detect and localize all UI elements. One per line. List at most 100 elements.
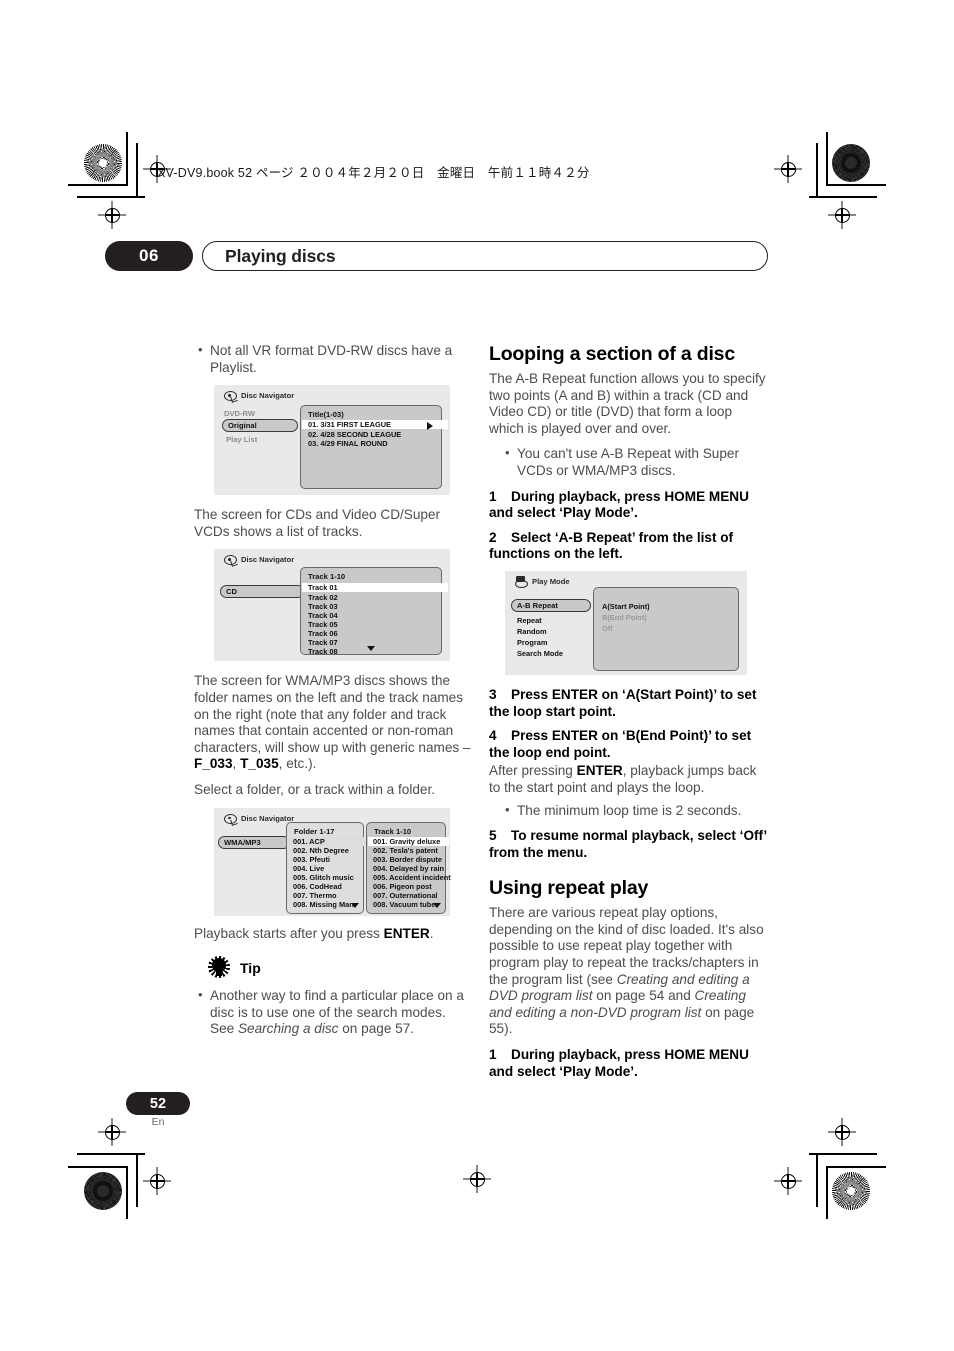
registration-starburst-tl [84, 144, 122, 182]
osd-folder-row-7[interactable]: 007. Thermo [293, 891, 337, 900]
playback-text-post: . [429, 925, 434, 941]
osd-track-row-6[interactable]: Track 06 [308, 629, 338, 638]
osd-track-row-5[interactable]: Track 05 [308, 620, 338, 629]
osd-disc-navigator-wma: Disc Navigator WMA/MP3 Folder 1-17 001. … [214, 807, 451, 916]
osd-menu-original[interactable]: Original [222, 419, 298, 433]
osd-wma-track-row-1[interactable]: 001. Gravity deluxe [368, 836, 449, 846]
page-title: Playing discs [225, 245, 336, 266]
wma-text-end: , etc.). [278, 756, 317, 772]
osd-folder-row-8[interactable]: 008. Missing Man [293, 900, 354, 909]
osd-menu-playlist[interactable]: Play List [226, 435, 257, 444]
osd-menu-program[interactable]: Program [517, 638, 547, 647]
osd-title-list-panel: Title(1-03) 01. 3/31 FIRST LEAGUE 02. 4/… [300, 405, 448, 490]
osd-wma-track-row-8[interactable]: 008. Vacuum tube [373, 900, 435, 909]
osd-title-row-2[interactable]: 02. 4/28 SECOND LEAGUE [308, 430, 401, 439]
step-4-number: 4 [489, 728, 497, 744]
tip-lightbulb-icon [208, 956, 230, 979]
osd-folder-row-1[interactable]: 001. ACP [288, 836, 367, 846]
chapter-number: 06 [105, 241, 193, 271]
paragraph-repeat-play-intro: There are various repeat play options, d… [489, 905, 767, 1038]
cross-ref-searching-a-disc: Searching a disc [237, 1021, 339, 1037]
osd-folder-list-panel: Folder 1-17 001. ACP 002. Nth Degree 003… [286, 821, 367, 914]
osd-wma-track-row-3[interactable]: 003. Border dispute [373, 855, 442, 864]
generic-name-t035: T_035 [240, 756, 279, 772]
osd-menu-random[interactable]: Random [517, 627, 547, 636]
osd-track-row-3[interactable]: Track 03 [308, 602, 338, 611]
osd-window-title-bar: Disc Navigator [224, 813, 295, 826]
osd-menu-search-mode[interactable]: Search Mode [517, 649, 563, 658]
osd-track-row-4[interactable]: Track 04 [308, 611, 338, 620]
paragraph-playback-starts: Playback starts after you press ENTER. [194, 926, 472, 943]
book-header-line: XV-DV9.book 52 ページ ２００４年２月２０日 金曜日 午前１１時４… [157, 166, 590, 180]
osd-tab-wmamp3[interactable]: WMA/MP3 [218, 835, 290, 849]
osd-wma-track-row-2[interactable]: 002. Tesla's patent [373, 846, 438, 855]
osd-window-title-bar: Disc Navigator [224, 390, 294, 403]
osd-track-header: Track 1-10 [374, 826, 412, 836]
enter-key-label: ENTER [576, 763, 623, 779]
folder-scroll-down-arrow-icon [351, 902, 359, 908]
bullet-supervcd-restriction: You can't use A-B Repeat with Super VCDs… [489, 445, 767, 479]
osd-title-selected-arrow-icon [427, 422, 433, 431]
registration-target-bottom-right [774, 1167, 802, 1195]
osd-option-off[interactable]: Off [602, 624, 613, 633]
osd-folder-row-5[interactable]: 005. Glitch music [293, 873, 354, 882]
generic-name-f033: F_033 [194, 756, 233, 772]
tip-label: Tip [240, 960, 261, 977]
osd-track-list-panel: Track 1-10 Track 01 Track 02 Track 03 Tr… [300, 567, 448, 656]
osd-folder-row-6[interactable]: 006. CodHead [293, 882, 342, 891]
step-1-text: During playback, press HOME MENU and sel… [489, 488, 749, 521]
osd-folder-row-3[interactable]: 003. Pfeuti [293, 855, 330, 864]
heading-looping-section: Looping a section of a disc [489, 343, 735, 365]
disc-navigator-icon [224, 390, 238, 403]
step-2-looping: 2 Select ‘A-B Repeat’ from the list of fu… [489, 530, 767, 563]
osd-option-b-end-point[interactable]: B(End Point) [602, 613, 647, 622]
osd-disc-type-label: DVD-RW [224, 409, 256, 419]
enter-key-label: ENTER [383, 925, 430, 941]
paragraph-ab-repeat-intro: The A-B Repeat function allows you to sp… [489, 371, 766, 436]
paragraph-after-pressing-enter: After pressing ENTER, playback jumps bac… [489, 763, 767, 796]
osd-title-text: Play Mode [532, 576, 570, 586]
playback-text-pre: Playback starts after you press [194, 925, 384, 941]
osd-track-row-8[interactable]: Track 08 [308, 647, 338, 656]
osd-folder-row-4[interactable]: 004. Live [293, 864, 324, 873]
osd-menu-ab-repeat[interactable]: A-B Repeat [511, 598, 591, 612]
step-4-text: Press ENTER on ‘B(End Point)’ to set the… [489, 728, 752, 760]
tip-bullet-search-modes: Another way to find a particular place o… [194, 987, 472, 1038]
osd-title-row-3[interactable]: 03. 4/29 FINAL ROUND [308, 439, 388, 448]
play-mode-icon [515, 575, 528, 588]
osd-folder-row-2[interactable]: 002. Nth Degree [293, 846, 349, 855]
osd-play-mode: Play Mode A-B Repeat Repeat Random Progr… [505, 570, 747, 675]
step-5-number: 5 [489, 828, 497, 844]
step-2-number: 2 [489, 529, 497, 545]
osd-track-row-7[interactable]: Track 07 [308, 638, 338, 647]
osd-track-row-1[interactable]: Track 01 [302, 583, 448, 593]
registration-target-right-upper [828, 201, 856, 229]
osd-option-a-start-point[interactable]: A(Start Point) [602, 602, 650, 611]
osd-wma-track-row-5[interactable]: 005. Accident incident [373, 873, 451, 882]
registration-starburst-br [832, 1172, 870, 1210]
disc-navigator-icon [224, 554, 238, 568]
osd-wma-track-row-6[interactable]: 006. Pigeon post [373, 882, 432, 891]
step-r1-number: 1 [489, 1047, 497, 1063]
step-1-repeat-play: 1 During playback, press HOME MENU and se… [489, 1047, 767, 1080]
step-3-text: Press ENTER on ‘A(Start Point)’ to set t… [489, 686, 757, 719]
osd-menu-repeat[interactable]: Repeat [517, 616, 542, 625]
osd-wma-track-row-7[interactable]: 007. Outernational [373, 891, 437, 900]
osd-wma-track-row-4[interactable]: 004. Delayed by rain [373, 864, 444, 873]
osd-panel-header: Track 1-10 [308, 572, 346, 582]
registration-starburst-bl [84, 1172, 122, 1210]
step-3-number: 3 [489, 686, 497, 702]
scroll-down-arrow-icon [367, 646, 375, 652]
registration-target-top-right [774, 155, 802, 183]
registration-target-left-upper [98, 201, 126, 229]
osd-title-text: Disc Navigator [241, 813, 295, 823]
osd-tab-cd[interactable]: CD [220, 585, 304, 599]
chapter-title-box: Playing discs [202, 241, 768, 271]
osd-panel-header: Title(1-03) [308, 410, 344, 420]
registration-target-right-lower [828, 1118, 856, 1146]
osd-track-row-2[interactable]: Track 02 [308, 593, 338, 602]
step-5-text: To resume normal playback, select ‘Off’ … [489, 828, 767, 860]
repeat-text-2: on page 54 and [592, 988, 695, 1004]
osd-disc-navigator-dvdrw: Disc Navigator DVD-RW Original Play List… [214, 385, 450, 496]
step-1-number: 1 [489, 488, 497, 504]
